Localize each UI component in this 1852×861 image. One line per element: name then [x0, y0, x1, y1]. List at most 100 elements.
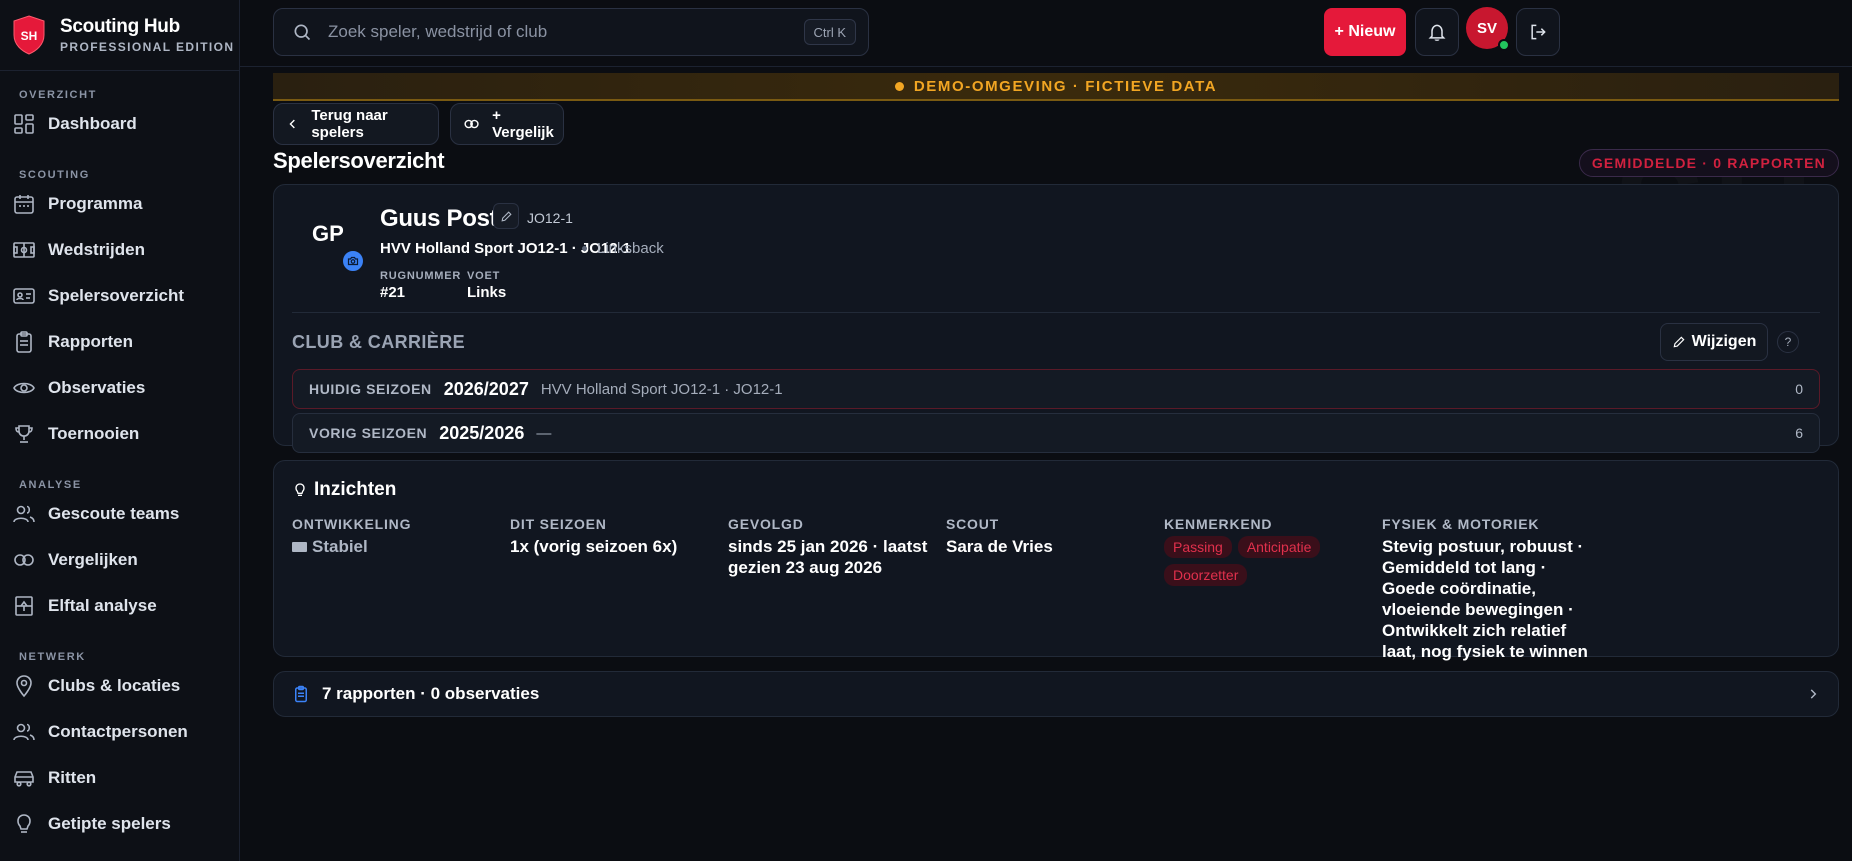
id-card-icon	[13, 288, 35, 304]
user-avatar[interactable]: SV	[1466, 7, 1510, 51]
online-status-dot	[1498, 39, 1510, 51]
eye-icon	[13, 382, 35, 394]
player-card: GP Guus Post JO12-1 HVV Holland Sport JO…	[273, 184, 1839, 453]
sidebar-item-wedstrijden[interactable]: Wedstrijden	[0, 227, 239, 273]
jersey-number-label: RUGNUMMER	[380, 270, 462, 282]
season-club: —	[536, 424, 552, 442]
season-count: 6	[1795, 425, 1803, 441]
season-row-current[interactable]: HUIDIG SEIZOEN 2026/2027 HVV Holland Spo…	[292, 369, 1820, 409]
nav-section-analyse: ANALYSE	[19, 479, 82, 491]
pitch-icon	[13, 242, 35, 258]
shield-logo-icon: SH	[13, 15, 45, 55]
compare-icon	[464, 119, 479, 129]
bell-icon	[1428, 24, 1446, 41]
sidebar-item-label: Wedstrijden	[48, 240, 145, 259]
sidebar-item-gescoute-teams[interactable]: Gescoute teams	[0, 491, 239, 537]
car-icon	[14, 771, 34, 787]
compare-button[interactable]: + Vergelijk	[450, 103, 564, 145]
season-count: 0	[1795, 381, 1803, 397]
sidebar-item-spelersoverzicht[interactable]: Spelersoverzicht	[0, 273, 239, 319]
edit-club-career-button[interactable]: Wijzigen	[1660, 323, 1768, 361]
sidebar-item-vergelijken[interactable]: Vergelijken	[0, 537, 239, 583]
logout-icon	[1531, 24, 1546, 40]
sidebar-item-contactpersonen[interactable]: Contactpersonen	[0, 709, 239, 755]
jersey-number-value: #21	[380, 284, 406, 301]
clipboard-icon	[295, 685, 307, 703]
search-input[interactable]	[328, 22, 788, 42]
player-team-tag: JO12-1	[527, 210, 573, 226]
camera-icon	[347, 256, 359, 266]
search-shortcut: Ctrl K	[803, 19, 856, 45]
insight-this-season: DIT SEIZOEN 1x (vorig seizoen 6x)	[510, 516, 710, 557]
back-to-players-button[interactable]: Terug naar spelers	[273, 103, 439, 145]
trait-chip[interactable]: Passing	[1164, 536, 1232, 558]
new-button[interactable]: + Nieuw	[1324, 8, 1406, 56]
insight-value: Sara de Vries	[946, 537, 1053, 556]
sidebar-item-label: Spelersoverzicht	[48, 286, 185, 305]
insights-title: Inzichten	[292, 479, 396, 501]
insight-label: DIT SEIZOEN	[510, 516, 607, 532]
sidebar: SH Scouting Hub PROFESSIONAL EDITION OVE…	[0, 0, 240, 861]
insight-value: Stabiel	[292, 536, 492, 557]
formation-icon	[15, 596, 33, 616]
nav-section-overzicht: OVERZICHT	[19, 89, 97, 101]
trophy-icon	[15, 425, 33, 443]
insight-label: ONTWIKKELING	[292, 516, 412, 532]
nav-section-netwerk: NETWERK	[19, 651, 86, 663]
divider	[292, 312, 1820, 313]
sidebar-item-label: Ritten	[48, 768, 97, 787]
club-career-title: CLUB & CARRIÈRE	[292, 332, 466, 352]
insight-physical: FYSIEK & MOTORIEK Stevig postuur, robuus…	[1382, 516, 1594, 662]
season-year: 2025/2026	[439, 422, 525, 443]
season-year: 2026/2027	[443, 378, 529, 399]
search-box[interactable]: Ctrl K	[273, 8, 869, 56]
season-label: HUIDIG SEIZOEN	[309, 381, 432, 397]
nav-section-scouting: SCOUTING	[19, 169, 90, 181]
insight-label: SCOUT	[946, 516, 999, 532]
map-pin-icon	[16, 675, 32, 698]
season-row-previous[interactable]: VORIG SEIZOEN 2025/2026 — 6	[292, 413, 1820, 453]
trait-chip[interactable]: Doorzetter	[1164, 564, 1248, 586]
sidebar-item-ritten[interactable]: Ritten	[0, 755, 239, 801]
logout-button[interactable]	[1516, 8, 1560, 56]
upload-photo-button[interactable]	[341, 249, 365, 273]
insight-label: KENMERKEND	[1164, 516, 1273, 532]
trait-chip[interactable]: Anticipatie	[1237, 536, 1321, 558]
sidebar-item-rapporten[interactable]: Rapporten	[0, 319, 239, 365]
insight-value: sinds 25 jan 2026 · laatst gezien 23 aug…	[728, 537, 928, 577]
insight-value: 1x (vorig seizoen 6x)	[510, 537, 678, 556]
sidebar-item-label: Getipte spelers	[48, 814, 171, 833]
sidebar-item-label: Toernooien	[48, 424, 140, 443]
sidebar-item-elftal-analyse[interactable]: Elftal analyse	[0, 583, 239, 629]
pencil-icon	[1673, 336, 1685, 348]
sidebar-item-clubs-locaties[interactable]: Clubs & locaties	[0, 663, 239, 709]
help-button[interactable]: ?	[1777, 331, 1799, 353]
chevron-left-icon	[289, 119, 295, 129]
insight-scout: SCOUT Sara de Vries	[946, 516, 1146, 557]
sidebar-item-toernooien[interactable]: Toernooien	[0, 411, 239, 457]
sidebar-item-label: Gescoute teams	[48, 504, 180, 523]
sidebar-item-dashboard[interactable]: Dashboard	[0, 101, 239, 147]
insight-characteristics: KENMERKEND Passing Anticipatie Doorzette…	[1164, 516, 1364, 586]
reports-summary-row[interactable]: 7 rapporten · 0 observaties	[273, 671, 1839, 717]
foot-value: Links	[467, 284, 507, 301]
insight-followed: GEVOLGD sinds 25 jan 2026 · laatst gezie…	[728, 516, 928, 578]
sidebar-item-programma[interactable]: Programma	[0, 181, 239, 227]
avatar-initials: SV	[1476, 19, 1497, 37]
notifications-button[interactable]	[1415, 8, 1459, 56]
season-club: HVV Holland Sport JO12-1 · JO12-1	[540, 380, 783, 398]
edit-name-button[interactable]	[493, 203, 519, 229]
sidebar-item-label: Vergelijken	[48, 550, 138, 569]
sidebar-item-observaties[interactable]: Observaties	[0, 365, 239, 411]
back-label: Terug naar spelers	[311, 107, 388, 141]
calendar-icon	[14, 195, 34, 214]
brand[interactable]: SH Scouting Hub PROFESSIONAL EDITION	[0, 0, 239, 71]
sidebar-item-getipte-spelers[interactable]: Getipte spelers	[0, 801, 239, 847]
stable-icon	[292, 541, 307, 552]
insight-value-text: Stabiel	[312, 537, 368, 556]
brand-logo-text: SH	[21, 29, 38, 43]
clipboard-icon	[16, 331, 32, 353]
sidebar-item-label: Elftal analyse	[48, 596, 157, 615]
season-label: VORIG SEIZOEN	[309, 425, 428, 441]
player-name: Guus Post	[380, 205, 498, 232]
